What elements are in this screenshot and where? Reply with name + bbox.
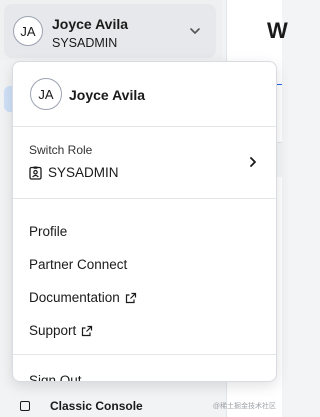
menu-item-label: Support — [29, 323, 77, 338]
menu-item-label: Documentation — [29, 290, 120, 305]
chevron-down-icon — [190, 28, 200, 34]
current-role-text: SYSADMIN — [48, 165, 119, 180]
sign-out-label: Sign Out — [29, 373, 82, 382]
id-badge-icon — [29, 166, 42, 180]
user-menu-button[interactable]: JA Joyce Avila SYSADMIN — [4, 4, 216, 58]
user-role: SYSADMIN — [52, 36, 118, 50]
divider — [13, 198, 276, 199]
sidebar-item-classic-console[interactable]: Classic Console — [20, 399, 143, 413]
menu-item-support[interactable]: Support — [29, 323, 93, 338]
switch-role-item[interactable]: Switch Role SYSADMIN — [13, 128, 276, 198]
menu-item-profile[interactable]: Profile — [29, 224, 67, 239]
divider — [13, 126, 276, 127]
menu-item-documentation[interactable]: Documentation — [29, 290, 137, 305]
external-link-icon — [125, 292, 136, 303]
menu-item-label: Profile — [29, 224, 68, 239]
menu-item-label: Partner Connect — [29, 257, 128, 272]
menu-avatar: JA — [30, 78, 62, 110]
console-icon — [20, 401, 30, 411]
avatar: JA — [13, 16, 43, 46]
switch-role-label: Switch Role — [29, 143, 93, 157]
user-dropdown-menu: JA Joyce Avila Switch Role SYSADMIN Prof… — [12, 61, 277, 382]
divider — [13, 354, 276, 355]
external-link-icon — [82, 325, 93, 336]
page-title: W — [267, 18, 288, 43]
user-name: Joyce Avila — [52, 16, 129, 32]
watermark: @稀土掘金技术社区 — [212, 403, 276, 410]
chevron-right-icon — [250, 157, 256, 167]
menu-item-partner-connect[interactable]: Partner Connect — [29, 257, 127, 272]
menu-user-name: Joyce Avila — [69, 87, 146, 103]
sign-out-item[interactable]: Sign Out — [29, 373, 82, 382]
current-role: SYSADMIN — [29, 165, 119, 180]
sidebar-item-label: Classic Console — [50, 399, 143, 413]
